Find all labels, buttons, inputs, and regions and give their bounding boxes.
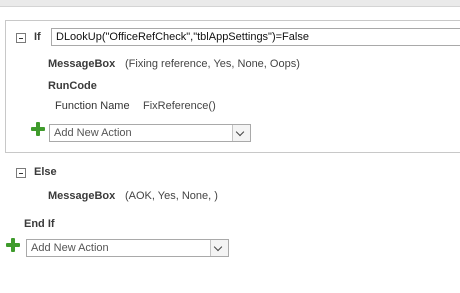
- add-new-action-text: Add New Action: [54, 127, 132, 139]
- chevron-down-icon[interactable]: [232, 125, 250, 141]
- action-messagebox-else[interactable]: MessageBox: [48, 190, 115, 202]
- action-messagebox-args: (Fixing reference, Yes, None, Oops): [125, 58, 300, 70]
- add-new-action-text-bottom: Add New Action: [31, 242, 109, 254]
- top-toolbar-strip: [0, 0, 460, 7]
- if-condition-input[interactable]: DLookUp("OfficeRefCheck","tblAppSettings…: [51, 28, 460, 46]
- end-if-keyword: End If: [24, 218, 55, 230]
- action-runcode[interactable]: RunCode: [48, 80, 97, 92]
- collapse-if-icon[interactable]: [16, 33, 26, 43]
- add-action-plus-icon[interactable]: [31, 122, 45, 136]
- else-keyword: Else: [34, 166, 57, 178]
- function-name-value: FixReference(): [143, 100, 216, 112]
- if-keyword: If: [34, 31, 41, 43]
- action-messagebox-else-args: (AOK, Yes, None, ): [125, 190, 218, 202]
- add-new-action-combo[interactable]: Add New Action: [49, 124, 251, 142]
- function-name-label: Function Name: [55, 100, 130, 112]
- add-new-action-combo-bottom[interactable]: Add New Action: [26, 239, 229, 257]
- action-messagebox[interactable]: MessageBox: [48, 58, 115, 70]
- add-action-plus-icon-bottom[interactable]: [6, 238, 20, 252]
- chevron-down-icon[interactable]: [210, 240, 228, 256]
- collapse-else-icon[interactable]: [16, 168, 26, 178]
